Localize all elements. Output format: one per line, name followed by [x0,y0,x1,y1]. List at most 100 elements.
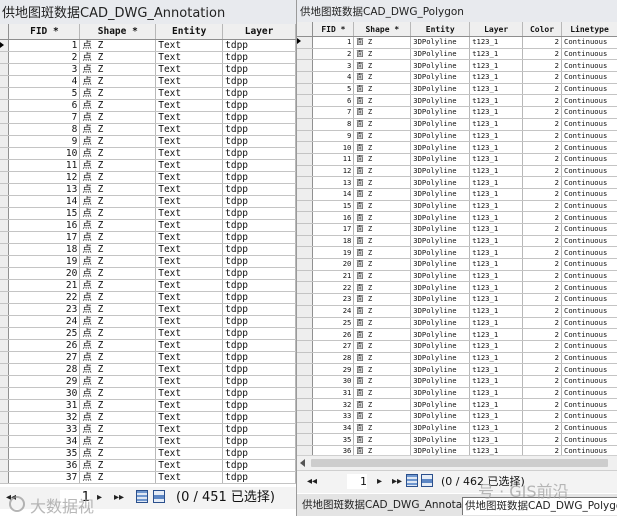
table-row[interactable]: 24点 ZTexttdpp [0,316,303,328]
table-cell[interactable]: 19 [313,247,354,259]
table-row[interactable]: 29点 ZTexttdpp [0,376,303,388]
table-cell[interactable]: tdpp [223,292,296,304]
row-selector[interactable] [297,294,313,306]
table-cell[interactable]: 3DPolyline [411,399,470,411]
table-cell[interactable]: t123_1 [470,352,523,364]
table-cell[interactable]: 5 [313,83,354,95]
row-selector[interactable] [0,292,9,304]
table-cell[interactable]: 点 Z [80,280,156,292]
row-selector[interactable] [0,52,9,64]
table-cell[interactable]: Continuous [562,375,617,387]
table-cell[interactable]: 22 [313,282,354,294]
header-corner[interactable] [297,22,313,37]
table-cell[interactable]: 面 Z [354,188,411,200]
table-cell[interactable]: 4 [313,72,354,84]
table-cell[interactable]: Continuous [562,422,617,434]
table-cell[interactable]: 22 [9,292,80,304]
table-cell[interactable]: 2 [523,247,562,259]
table-cell[interactable]: 26 [9,340,80,352]
table-row[interactable]: 18点 ZTexttdpp [0,244,303,256]
table-cell[interactable]: 33 [313,411,354,423]
column-header[interactable]: Shape * [80,24,156,40]
table-cell[interactable]: 面 Z [354,422,411,434]
table-cell[interactable]: t123_1 [470,247,523,259]
table-cell[interactable]: 点 Z [80,184,156,196]
table-cell[interactable]: 面 Z [354,352,411,364]
table-cell[interactable]: tdpp [223,136,296,148]
table-cell[interactable]: Text [156,244,223,256]
row-selector[interactable] [297,153,313,165]
table-cell[interactable]: 17 [9,232,80,244]
table-cell[interactable]: t123_1 [470,48,523,60]
row-selector[interactable] [297,60,313,72]
column-header[interactable]: Layer [470,22,523,37]
table-row[interactable]: 34点 ZTexttdpp [0,436,303,448]
table-cell[interactable]: Text [156,76,223,88]
table-cell[interactable]: 3DPolyline [411,247,470,259]
table-cell[interactable]: 2 [523,235,562,247]
last-record-button[interactable]: ▸▸ [114,490,124,506]
table-cell[interactable]: Continuous [562,411,617,423]
row-selector[interactable] [297,340,313,352]
table-cell[interactable]: 11 [9,160,80,172]
table-cell[interactable]: Text [156,388,223,400]
table-cell[interactable]: tdpp [223,52,296,64]
row-selector[interactable] [297,270,313,282]
table-row[interactable]: 32点 ZTexttdpp [0,412,303,424]
table-cell[interactable]: 2 [523,317,562,329]
table-cell[interactable]: t123_1 [470,329,523,341]
table-cell[interactable]: 面 Z [354,95,411,107]
table-cell[interactable]: 31 [313,387,354,399]
table-cell[interactable]: Continuous [562,48,617,60]
table-cell[interactable]: Continuous [562,153,617,165]
table-cell[interactable]: 3DPolyline [411,37,470,49]
table-cell[interactable]: 面 Z [354,37,411,49]
table-cell[interactable]: 2 [523,48,562,60]
table-cell[interactable]: tdpp [223,412,296,424]
table-cell[interactable]: 3DPolyline [411,48,470,60]
table-cell[interactable]: 17 [313,224,354,236]
row-selector[interactable] [0,316,9,328]
table-row[interactable]: 12面 Z3DPolylinet123_12Continuous [297,165,617,177]
table-cell[interactable]: 6 [313,95,354,107]
table-cell[interactable]: 面 Z [354,212,411,224]
table-cell[interactable]: 2 [313,48,354,60]
table-cell[interactable]: t123_1 [470,224,523,236]
table-cell[interactable]: 34 [9,436,80,448]
table-cell[interactable]: 2 [523,177,562,189]
table-cell[interactable]: 面 Z [354,83,411,95]
table-cell[interactable]: 点 Z [80,424,156,436]
table-cell[interactable]: 29 [9,376,80,388]
table-cell[interactable]: 20 [9,268,80,280]
table-row[interactable]: 14点 ZTexttdpp [0,196,303,208]
table-cell[interactable]: tdpp [223,352,296,364]
table-cell[interactable]: 11 [313,153,354,165]
row-selector[interactable] [297,130,313,142]
table-row[interactable]: 10面 Z3DPolylinet123_12Continuous [297,142,617,154]
table-cell[interactable]: tdpp [223,160,296,172]
table-cell[interactable]: 点 Z [80,232,156,244]
table-cell[interactable]: 2 [523,37,562,49]
table-cell[interactable]: 33 [9,424,80,436]
table-cell[interactable]: Continuous [562,83,617,95]
table-cell[interactable]: Text [156,472,223,484]
table-row[interactable]: 15点 ZTexttdpp [0,208,303,220]
table-cell[interactable]: 10 [313,142,354,154]
table-cell[interactable]: t123_1 [470,235,523,247]
table-cell[interactable]: 2 [523,375,562,387]
table-cell[interactable]: 12 [9,172,80,184]
table-cell[interactable]: t123_1 [470,364,523,376]
table-cell[interactable]: 31 [9,400,80,412]
table-cell[interactable]: t123_1 [470,188,523,200]
table-row[interactable]: 10点 ZTexttdpp [0,148,303,160]
table-cell[interactable]: 30 [9,388,80,400]
table-cell[interactable]: Text [156,64,223,76]
table-cell[interactable]: tdpp [223,100,296,112]
table-cell[interactable]: t123_1 [470,305,523,317]
table-cell[interactable]: 3DPolyline [411,212,470,224]
table-cell[interactable]: t123_1 [470,153,523,165]
table-row[interactable]: 7面 Z3DPolylinet123_12Continuous [297,107,617,119]
table-row[interactable]: 13面 Z3DPolylinet123_12Continuous [297,177,617,189]
table-row[interactable]: 14面 Z3DPolylinet123_12Continuous [297,188,617,200]
table-cell[interactable]: 点 Z [80,304,156,316]
